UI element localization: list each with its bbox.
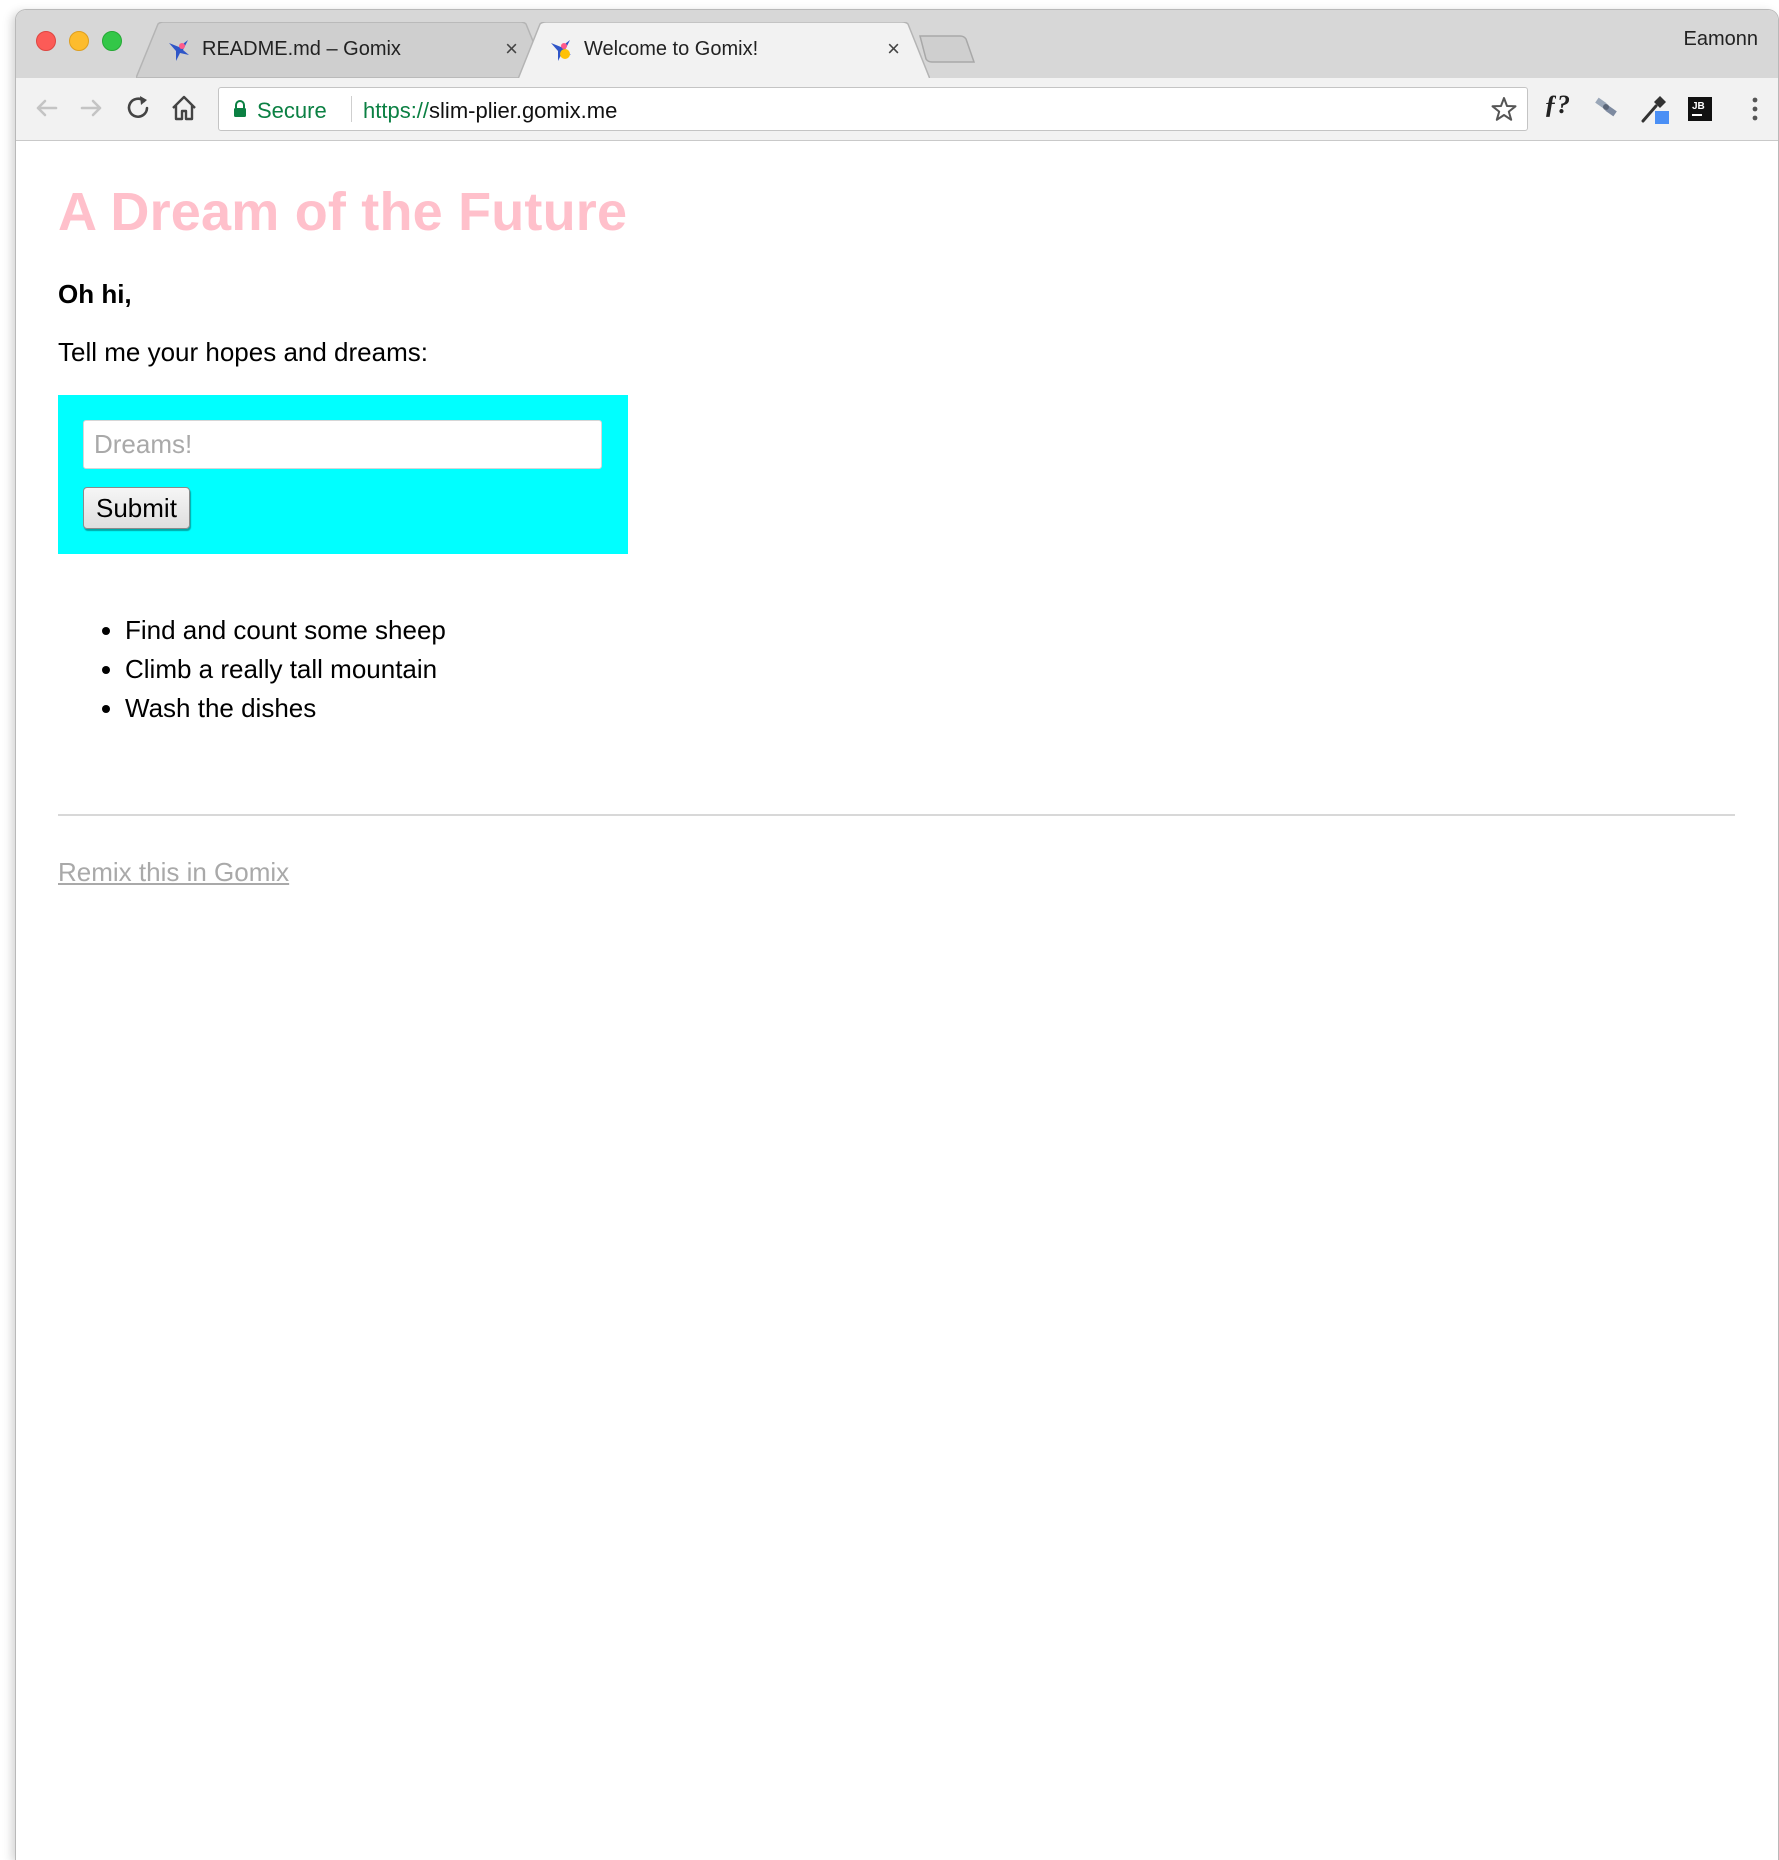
gomix-favicon-icon	[166, 37, 192, 63]
tab-title: README.md – Gomix	[202, 38, 401, 60]
function-ext-icon[interactable]: ƒ?	[1544, 90, 1570, 120]
prompt-text: Tell me your hopes and dreams:	[58, 337, 428, 367]
secure-label: Secure	[257, 98, 327, 123]
tab-readme[interactable]: README.md – Gomix ×	[136, 22, 548, 78]
list-item: Climb a really tall mountain	[125, 650, 446, 689]
browser-window: README.md – Gomix × Welcome to Gomix! ×	[16, 10, 1778, 1860]
dream-input[interactable]	[83, 420, 602, 469]
list-item: Find and count some sheep	[125, 611, 446, 650]
tab-strip: README.md – Gomix × Welcome to Gomix! ×	[16, 10, 1778, 79]
url-host: slim-plier.gomix.me	[429, 98, 618, 123]
menu-kebab-icon[interactable]	[1738, 92, 1772, 126]
minimize-window-button[interactable]	[69, 31, 89, 51]
omnibox-divider	[351, 96, 352, 122]
jetbrains-ext-label: JB	[1692, 101, 1705, 112]
browser-toolbar: Secure https://slim-plier.gomix.me ƒ? JB	[16, 78, 1778, 141]
jetbrains-ext-icon[interactable]: JB	[1684, 92, 1718, 126]
remix-link[interactable]: Remix this in Gomix	[58, 857, 289, 888]
close-tab-icon[interactable]: ×	[505, 36, 518, 62]
profile-name[interactable]: Eamonn	[1684, 28, 1759, 51]
page-title: A Dream of the Future	[58, 182, 628, 242]
url-text[interactable]: https://slim-plier.gomix.me	[363, 98, 617, 124]
eyedropper-ext-icon[interactable]	[1638, 92, 1672, 126]
lock-icon	[233, 100, 247, 118]
dream-form: Submit	[58, 395, 628, 554]
satellite-ext-icon[interactable]	[1590, 92, 1624, 126]
submit-button[interactable]: Submit	[83, 487, 190, 529]
forward-icon[interactable]	[76, 92, 108, 124]
home-icon[interactable]	[168, 92, 200, 124]
greeting-text: Oh hi,	[58, 279, 132, 309]
tab-welcome[interactable]: Welcome to Gomix! ×	[518, 22, 930, 78]
url-scheme: https://	[363, 98, 430, 123]
list-item: Wash the dishes	[125, 689, 446, 728]
tab-title: Welcome to Gomix!	[584, 38, 759, 60]
gomix-favicon-icon	[548, 37, 574, 63]
divider	[58, 814, 1735, 816]
reload-icon[interactable]	[122, 92, 154, 124]
address-bar[interactable]: Secure https://slim-plier.gomix.me	[218, 87, 1528, 131]
star-icon[interactable]	[1491, 96, 1517, 122]
new-tab-button[interactable]	[918, 34, 976, 64]
back-icon[interactable]	[30, 92, 62, 124]
maximize-window-button[interactable]	[102, 31, 122, 51]
close-tab-icon[interactable]: ×	[887, 36, 900, 62]
close-window-button[interactable]	[36, 31, 56, 51]
page-content: A Dream of the Future Oh hi, Tell me you…	[16, 141, 1778, 1860]
dream-list: Find and count some sheep Climb a really…	[58, 611, 446, 728]
